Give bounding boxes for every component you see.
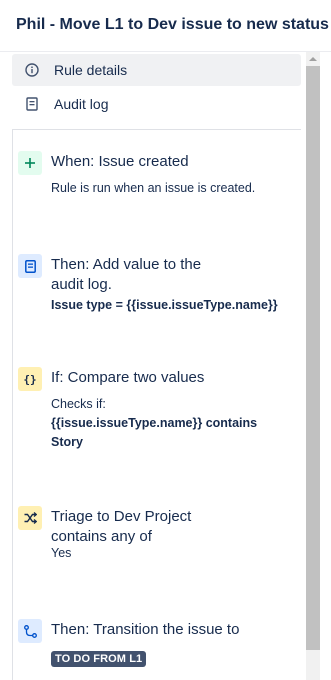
nav-item-label: Rule details <box>54 62 128 78</box>
step-description: Rule is run when an issue is created. <box>51 181 256 195</box>
step-heading: If: Compare two values <box>51 369 205 386</box>
rule-header: Phil - Move L1 to Dev issue to new statu… <box>0 0 331 52</box>
audit-log-icon <box>24 96 40 112</box>
plus-icon <box>18 151 42 175</box>
steps-rail <box>12 130 13 680</box>
condition-expression: {{issue.issueType.name}} contains Story <box>51 416 258 449</box>
status-lozenge-wrap: TO DO FROM L1 <box>51 649 147 667</box>
step-audit-action[interactable]: Then: Add value to the audit log. Issue … <box>18 254 303 324</box>
step-heading: When: Issue created <box>51 153 189 170</box>
field-value: = {{issue.issueType.name}} <box>112 298 278 312</box>
nav-audit-log[interactable]: Audit log <box>12 88 301 120</box>
rule-panel: Rule details Audit log When: Issue creat… <box>0 52 310 680</box>
shuffle-icon <box>18 506 42 530</box>
nav-rule-details[interactable]: Rule details <box>12 54 301 86</box>
step-transition[interactable]: Then: Transition the issue to TO DO FROM… <box>18 619 303 679</box>
field-name: Issue type <box>51 298 113 312</box>
step-description: Issue type = {{issue.issueType.name}} <box>51 296 303 315</box>
step-heading: Then: Add value to the audit log. <box>51 256 202 293</box>
step-trigger[interactable]: When: Issue created Rule is run when an … <box>18 151 303 211</box>
step-branch[interactable]: Triage to Dev Project contains any of Ye… <box>18 506 303 576</box>
rule-title: Phil - Move L1 to Dev issue to new statu… <box>16 16 329 33</box>
info-icon <box>24 62 40 78</box>
nav-item-label: Audit log <box>54 96 109 112</box>
braces-icon: {} <box>18 367 42 391</box>
step-heading: Triage to Dev Project contains any of <box>51 508 192 545</box>
step-heading: Then: Transition the issue to <box>51 621 240 638</box>
audit-doc-icon <box>18 254 42 278</box>
step-description: Checks if: {{issue.issueType.name}} cont… <box>51 395 291 452</box>
divider <box>12 129 301 130</box>
step-condition[interactable]: {} If: Compare two values Checks if: {{i… <box>18 367 303 457</box>
condition-label: Checks if: <box>51 397 106 411</box>
step-description: Yes <box>51 546 72 560</box>
status-lozenge: TO DO FROM L1 <box>51 651 147 667</box>
transition-icon <box>18 619 42 643</box>
